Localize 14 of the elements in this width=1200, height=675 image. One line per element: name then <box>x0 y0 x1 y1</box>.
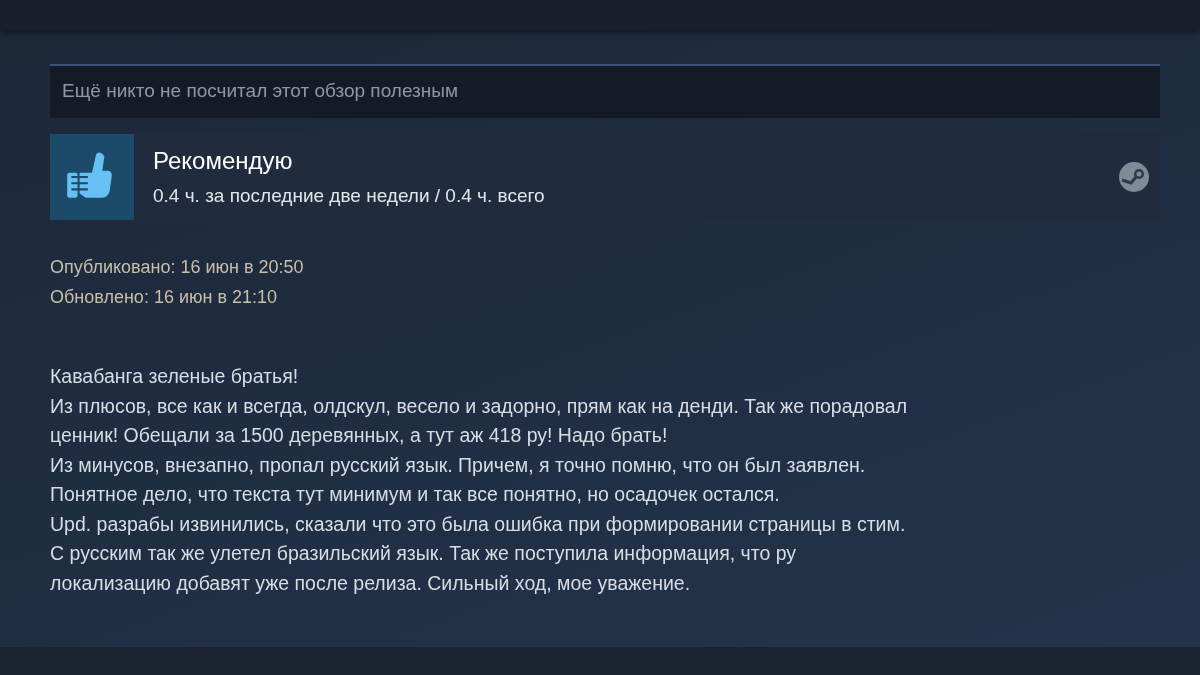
steam-logo-icon <box>1118 161 1150 193</box>
review-text-line: Кавабанга зеленые братья! <box>50 364 300 389</box>
review-text-line: Из плюсов, все как и всегда, олдскул, весело и задорно, прям как на денди. Так же порадовал <box>50 393 909 419</box>
review-text-line: С русским так же улетел бразильский язык. Так же поступила информация, что ру <box>50 541 798 566</box>
review-text-line: ценник! Обещали за 1500 деревянных, а тут аж 418 ру! Надо брать! <box>50 423 669 448</box>
review-text-line: Понятное дело, что текста тут минимум и так все понятно, но осадочек остался. <box>50 482 781 507</box>
date-text: Обновлено: 16 июн в 21:10 <box>50 286 278 309</box>
helpful-bar: Ещё никто не посчитал этот обзор полезным <box>50 64 1160 118</box>
review-text-line: Из минусов, внезапно, пропал русский язык. Причем, я точно помню, что он был заявлен. <box>50 452 867 478</box>
playtime-text: 0.4 ч. за последние две недели / 0.4 ч. всего <box>153 185 546 207</box>
review-text-line: Upd. разрабы извинились, сказали что это была ошибка при формировании страницы в стим. <box>50 511 907 537</box>
recommendation-title: Рекомендую <box>153 147 294 175</box>
review-text-line: локализацию добавят уже после релиза. Сильный ход, мое уважение. <box>50 570 692 596</box>
date-text: Опубликовано: 16 июн в 20:50 <box>50 256 305 279</box>
